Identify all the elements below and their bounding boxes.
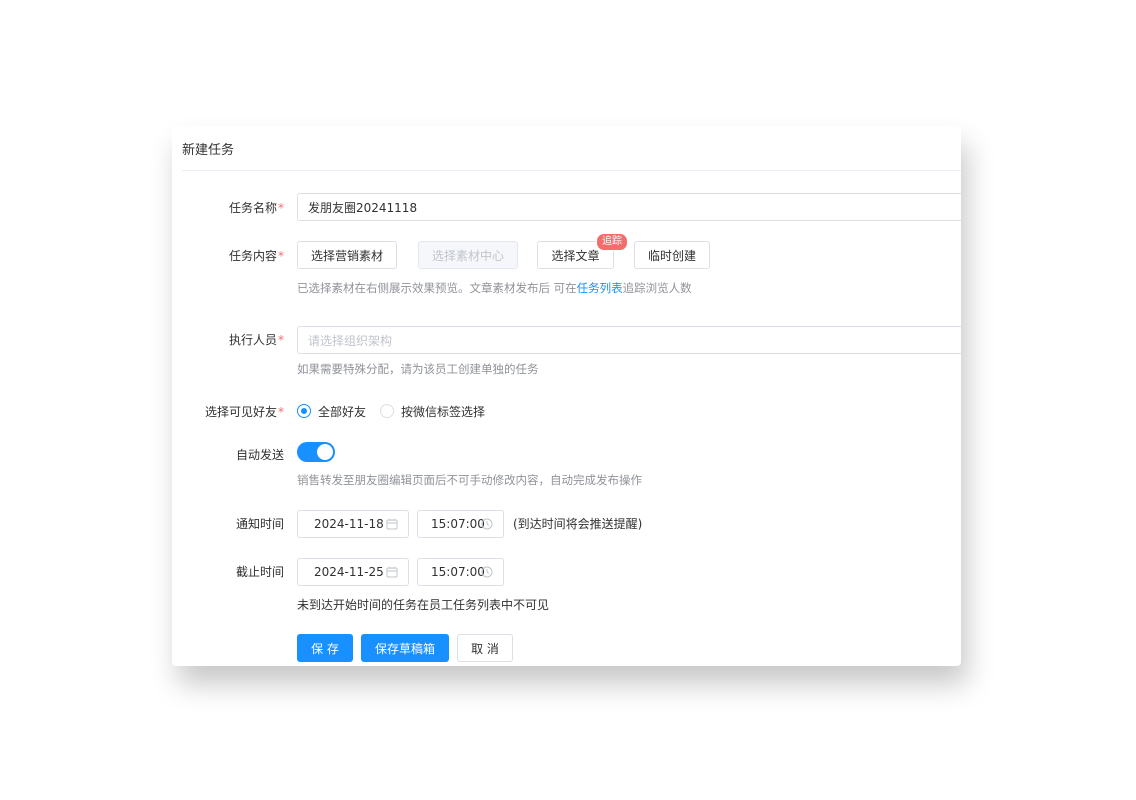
auto-send-label-text: 自动发送 xyxy=(235,448,284,462)
executor-hint: 如果需要特殊分配，请为该员工创建单独的任务 xyxy=(297,362,539,376)
deadline-label: 截止时间 xyxy=(236,563,284,580)
deadline-time-picker[interactable]: 15:07:00 xyxy=(417,558,504,586)
temp-create-button[interactable]: 临时创建 xyxy=(634,241,710,269)
title-divider xyxy=(182,170,961,171)
new-task-card: 新建任务 任务名称* 发朋友圈20241118 任务内容* 选择营销素材 选择素… xyxy=(172,126,961,666)
save-button[interactable]: 保 存 xyxy=(297,634,353,662)
task-content-hint: 已选择素材在右侧展示效果预览。文章素材发布后 可在任务列表追踪浏览人数 xyxy=(297,280,692,296)
auto-send-switch[interactable] xyxy=(297,442,335,462)
task-name-value: 发朋友圈20241118 xyxy=(308,200,418,215)
hint-suffix: 追踪浏览人数 xyxy=(622,281,692,295)
task-name-input[interactable]: 发朋友圈20241118 xyxy=(297,193,961,221)
radio-all-friends[interactable] xyxy=(297,404,311,418)
task-content-label-text: 任务内容 xyxy=(228,249,277,263)
required-mark: * xyxy=(278,405,284,419)
notify-time-label: 通知时间 xyxy=(236,515,284,532)
calendar-icon xyxy=(386,519,398,530)
save-draft-button[interactable]: 保存草稿箱 xyxy=(361,634,449,662)
tracking-badge: 追踪 xyxy=(596,233,628,251)
radio-wechat-tag[interactable] xyxy=(380,404,394,418)
executor-label-text: 执行人员 xyxy=(228,333,277,347)
switch-knob xyxy=(317,444,333,460)
auto-send-hint: 销售转发至朋友圈编辑页面后不可手动修改内容，自动完成发布操作 xyxy=(297,473,642,487)
visible-friends-label: 选择可见好友* xyxy=(205,403,284,420)
deadline-label-text: 截止时间 xyxy=(235,565,284,579)
select-marketing-material-button[interactable]: 选择营销素材 xyxy=(297,241,397,269)
cancel-button[interactable]: 取 消 xyxy=(457,634,513,662)
executor-placeholder: 请选择组织架构 xyxy=(308,333,393,348)
required-mark: * xyxy=(278,249,284,263)
select-material-center-button[interactable]: 选择素材中心 xyxy=(418,241,518,269)
hint-prefix: 已选择素材在右侧展示效果预览。文章素材发布后 可在 xyxy=(297,281,577,295)
visible-friends-label-text: 选择可见好友 xyxy=(204,405,277,419)
notify-time-value: 15:07:00 xyxy=(431,517,485,531)
calendar-icon xyxy=(386,567,398,578)
auto-send-label: 自动发送 xyxy=(236,446,284,463)
clock-icon xyxy=(481,566,493,578)
task-name-label-text: 任务名称 xyxy=(228,201,277,215)
task-content-label: 任务内容* xyxy=(229,247,284,264)
executor-select[interactable]: 请选择组织架构 xyxy=(297,326,961,354)
notify-time-picker[interactable]: 15:07:00 xyxy=(417,510,504,538)
radio-wechat-tag-label[interactable]: 按微信标签选择 xyxy=(401,403,485,420)
notify-date-picker[interactable]: 2024-11-18 xyxy=(297,510,409,538)
deadline-date-value: 2024-11-25 xyxy=(314,565,384,579)
notify-time-note: (到达时间将会推送提醒) xyxy=(513,517,643,531)
radio-all-friends-label[interactable]: 全部好友 xyxy=(318,403,366,420)
card-title: 新建任务 xyxy=(182,143,235,158)
task-list-link[interactable]: 任务列表 xyxy=(577,281,623,295)
notify-time-label-text: 通知时间 xyxy=(235,517,284,531)
deadline-time-value: 15:07:00 xyxy=(431,565,485,579)
notify-date-value: 2024-11-18 xyxy=(314,517,384,531)
task-name-label: 任务名称* xyxy=(229,199,284,216)
required-mark: * xyxy=(278,333,284,347)
deadline-date-picker[interactable]: 2024-11-25 xyxy=(297,558,409,586)
clock-icon xyxy=(481,518,493,530)
required-mark: * xyxy=(278,201,284,215)
deadline-note: 未到达开始时间的任务在员工任务列表中不可见 xyxy=(297,598,550,612)
executor-label: 执行人员* xyxy=(229,331,284,348)
